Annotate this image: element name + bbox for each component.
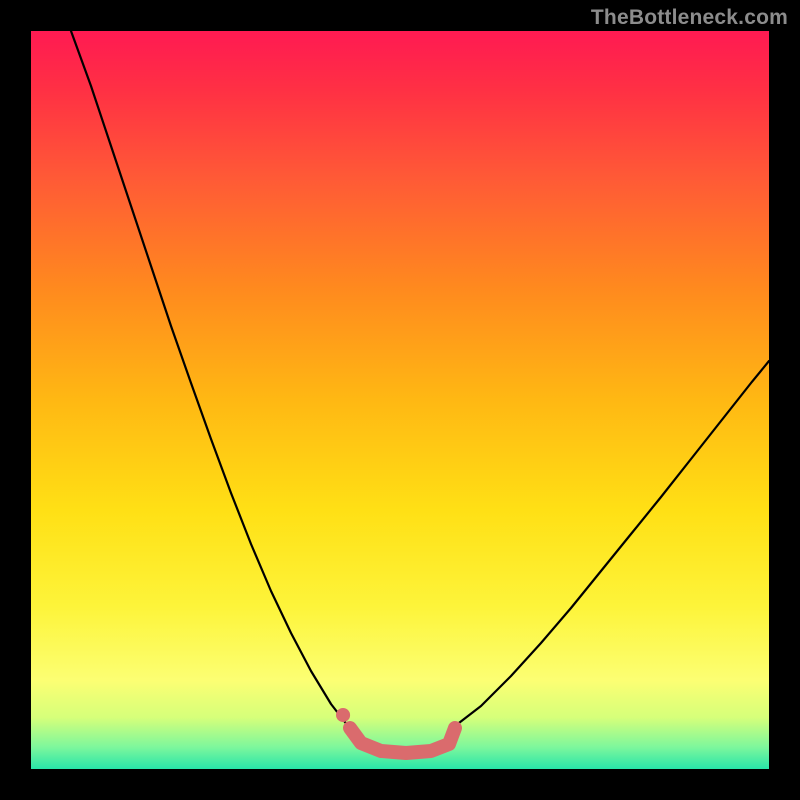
chart-svg (31, 31, 769, 769)
chart-plot-area (31, 31, 769, 769)
watermark-text: TheBottleneck.com (591, 6, 788, 30)
series-trough-band (350, 728, 455, 753)
chart-frame: TheBottleneck.com (0, 0, 800, 800)
series-left-arm (71, 31, 348, 726)
series-right-arm (455, 361, 769, 726)
